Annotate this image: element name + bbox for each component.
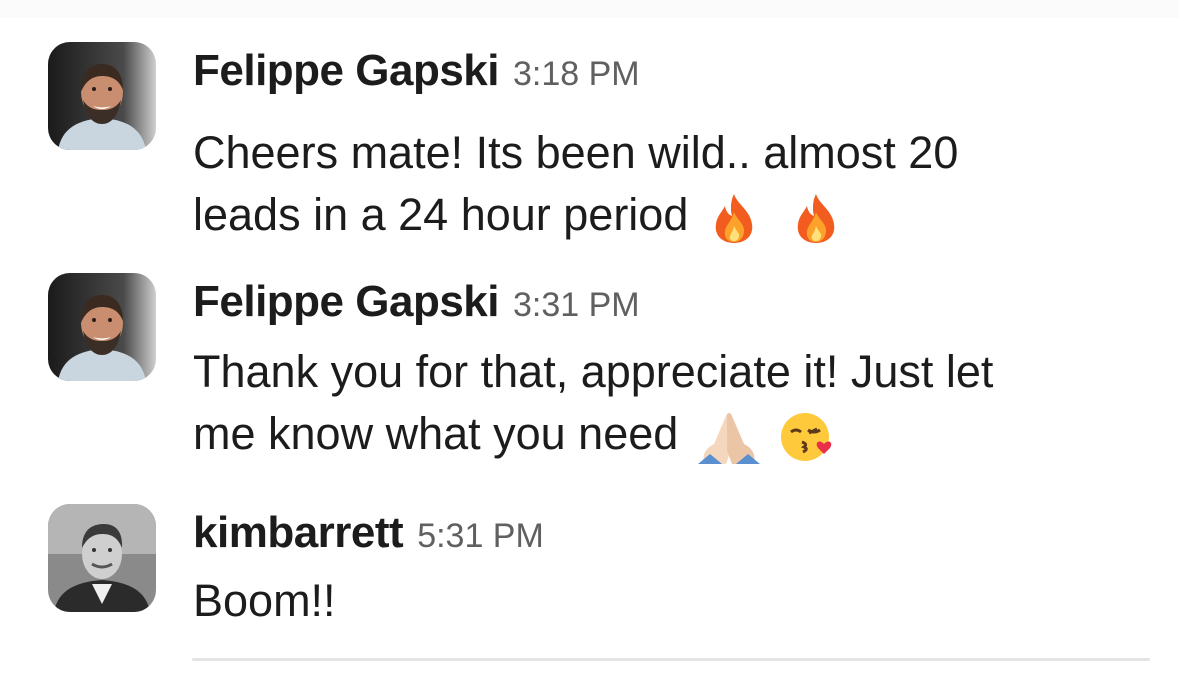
message-item[interactable]: Felippe Gapski 3:31 PM Thank you for that… [0,273,1179,473]
timestamp[interactable]: 5:31 PM [417,517,544,555]
message-input-divider [192,658,1150,661]
message-body: Cheers mate! Its been wild.. almost 20 l… [193,122,1153,246]
timestamp[interactable]: 3:31 PM [513,286,640,324]
message-line: leads in a 24 hour period [193,189,689,240]
message-list: Felippe Gapski 3:18 PM Cheers mate! Its b… [0,0,1179,674]
message-line: Cheers mate! Its been wild.. almost 20 [193,127,959,178]
timestamp[interactable]: 3:18 PM [513,55,640,93]
message-line: Boom!! [193,575,336,626]
author-name[interactable]: Felippe Gapski [193,46,499,95]
avatar[interactable] [48,504,156,612]
kimbarrett-avatar-icon [48,504,156,612]
avatar[interactable] [48,273,156,381]
message-header: Felippe Gapski 3:31 PM [193,277,640,337]
message-body: Boom!! [193,570,1153,632]
avatar[interactable] [48,42,156,150]
message-line-with-emoji: leads in a 24 hour period [193,184,1153,246]
felippe-avatar-icon [48,42,156,150]
message-item[interactable]: kimbarrett 5:31 PM Boom!! [0,504,1179,644]
fire-emoji-icon [792,192,840,244]
message-item[interactable]: Felippe Gapski 3:18 PM Cheers mate! Its b… [0,42,1179,244]
author-name[interactable]: kimbarrett [193,508,404,557]
message-header: kimbarrett 5:31 PM [193,508,544,568]
kissing-face-emoji-icon [778,408,836,466]
fire-emoji-icon [710,192,758,244]
message-body: Thank you for that, appreciate it! Just … [193,341,1153,465]
folded-hands-emoji-icon [696,410,762,465]
author-name[interactable]: Felippe Gapski [193,277,499,326]
message-line: me know what you need [193,408,679,459]
message-line-with-emoji: me know what you need [193,403,1153,465]
message-line: Thank you for that, appreciate it! Just … [193,346,994,397]
felippe-avatar-icon [48,273,156,381]
top-strip [0,0,1179,18]
message-header: Felippe Gapski 3:18 PM [193,46,640,106]
